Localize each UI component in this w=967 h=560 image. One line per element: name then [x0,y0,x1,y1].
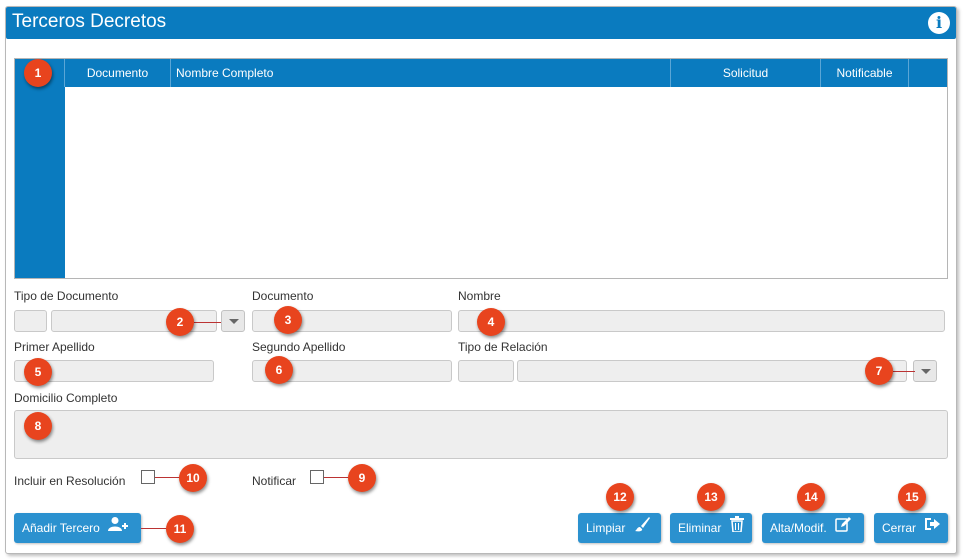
save-button[interactable]: Alta/Modif. [762,513,864,543]
add-tercero-button[interactable]: Añadir Tercero [14,513,141,543]
callout-badge: 7 [865,357,893,385]
close-label: Cerrar [882,521,917,535]
nombre-field[interactable] [458,310,945,332]
domicilio-field[interactable] [14,410,948,459]
notificar-label: Notificar [252,474,297,488]
callout-badge: 11 [166,515,194,543]
tipo-relacion-dropdown-button[interactable] [913,360,937,382]
clear-label: Limpiar [586,521,626,535]
tipo-documento-code-field[interactable] [14,310,47,332]
delete-label: Eliminar [678,521,722,535]
trash-icon [729,513,744,543]
callout-10-leader [155,477,181,478]
documento-label: Documento [252,289,314,303]
incluir-resolucion-checkbox[interactable] [141,470,155,484]
callout-badge: 14 [797,483,825,511]
delete-button[interactable]: Eliminar [670,513,752,543]
brush-icon [634,513,650,543]
callout-badge: 2 [166,308,194,336]
callout-11-leader [141,528,167,529]
primer-apellido-label: Primer Apellido [14,340,95,354]
tipo-documento-dropdown-button[interactable] [221,310,245,332]
column-solicitud[interactable]: Solicitud [671,59,821,87]
callout-badge: 4 [477,308,505,336]
domicilio-label: Domicilio Completo [14,391,118,405]
tipo-relacion-label: Tipo de Relación [458,340,548,354]
segundo-apellido-label: Segundo Apellido [252,340,346,354]
edit-icon [835,513,852,543]
incluir-resolucion-label: Incluir en Resolución [14,474,126,488]
sign-out-icon [924,513,941,543]
column-nombre-completo[interactable]: Nombre Completo [171,59,671,87]
callout-7-leader [893,371,915,372]
column-documento[interactable]: Documento [65,59,171,87]
title-bar: Terceros Decretos i [6,7,956,39]
clear-button[interactable]: Limpiar [578,513,661,543]
grid-header: Documento Nombre Completo Solicitud Noti… [15,59,947,87]
notificar-checkbox[interactable] [310,470,324,484]
terceros-grid[interactable]: Documento Nombre Completo Solicitud Noti… [14,58,948,279]
grid-row-header [15,87,65,278]
add-user-icon [108,513,129,543]
callout-badge: 13 [697,483,725,511]
add-tercero-label: Añadir Tercero [22,521,100,535]
callout-badge: 12 [606,483,634,511]
callout-badge: 15 [898,483,926,511]
callout-badge: 6 [265,356,293,384]
callout-2-leader [194,322,221,323]
callout-badge: 8 [24,412,52,440]
tipo-documento-label: Tipo de Documento [14,289,119,303]
close-button[interactable]: Cerrar [874,513,948,543]
nombre-label: Nombre [458,289,501,303]
callout-badge: 3 [274,306,302,334]
tipo-relacion-desc-field[interactable] [517,360,907,382]
tipo-relacion-code-field[interactable] [458,360,514,382]
info-icon[interactable]: i [928,12,950,34]
callout-9-leader [324,477,350,478]
callout-badge: 5 [24,358,52,386]
save-label: Alta/Modif. [770,521,827,535]
callout-badge: 1 [24,59,52,87]
column-notificable[interactable]: Notificable [821,59,909,87]
dialog-title: Terceros Decretos [12,11,167,32]
callout-badge: 10 [179,464,207,492]
callout-badge: 9 [348,464,376,492]
